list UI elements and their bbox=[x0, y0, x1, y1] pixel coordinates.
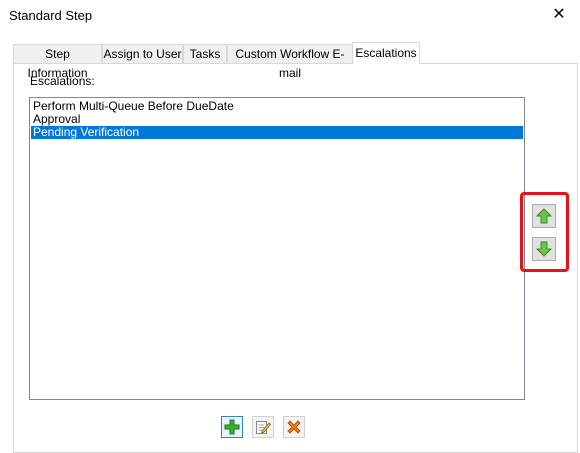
arrow-down-icon bbox=[536, 241, 552, 257]
arrow-up-icon bbox=[536, 208, 552, 224]
edit-button[interactable] bbox=[252, 416, 274, 438]
add-icon bbox=[224, 419, 240, 435]
delete-icon bbox=[287, 420, 301, 434]
window-title: Standard Step bbox=[9, 8, 93, 23]
escalations-listbox[interactable]: Perform Multi-Queue Before DueDate Appro… bbox=[29, 97, 525, 400]
edit-icon bbox=[256, 421, 271, 434]
tab-step-information[interactable]: Step Information bbox=[13, 44, 102, 80]
list-item[interactable]: Perform Multi-Queue Before DueDate bbox=[31, 100, 523, 113]
tab-escalations[interactable]: Escalations bbox=[352, 42, 420, 64]
title-bar: Standard Step ✕ bbox=[0, 0, 580, 32]
list-item-selected[interactable]: Pending Verification bbox=[31, 126, 523, 139]
tab-custom-workflow-email[interactable]: Custom Workflow E-mail bbox=[227, 44, 353, 80]
escalations-label: Escalations: bbox=[30, 74, 95, 88]
tab-tasks[interactable]: Tasks bbox=[183, 44, 227, 63]
close-icon[interactable]: ✕ bbox=[546, 4, 572, 26]
move-down-button[interactable] bbox=[532, 237, 556, 261]
add-button[interactable] bbox=[221, 416, 243, 438]
tab-assign-to-user[interactable]: Assign to User bbox=[102, 44, 183, 63]
delete-button[interactable] bbox=[283, 416, 305, 438]
move-up-button[interactable] bbox=[532, 204, 556, 228]
